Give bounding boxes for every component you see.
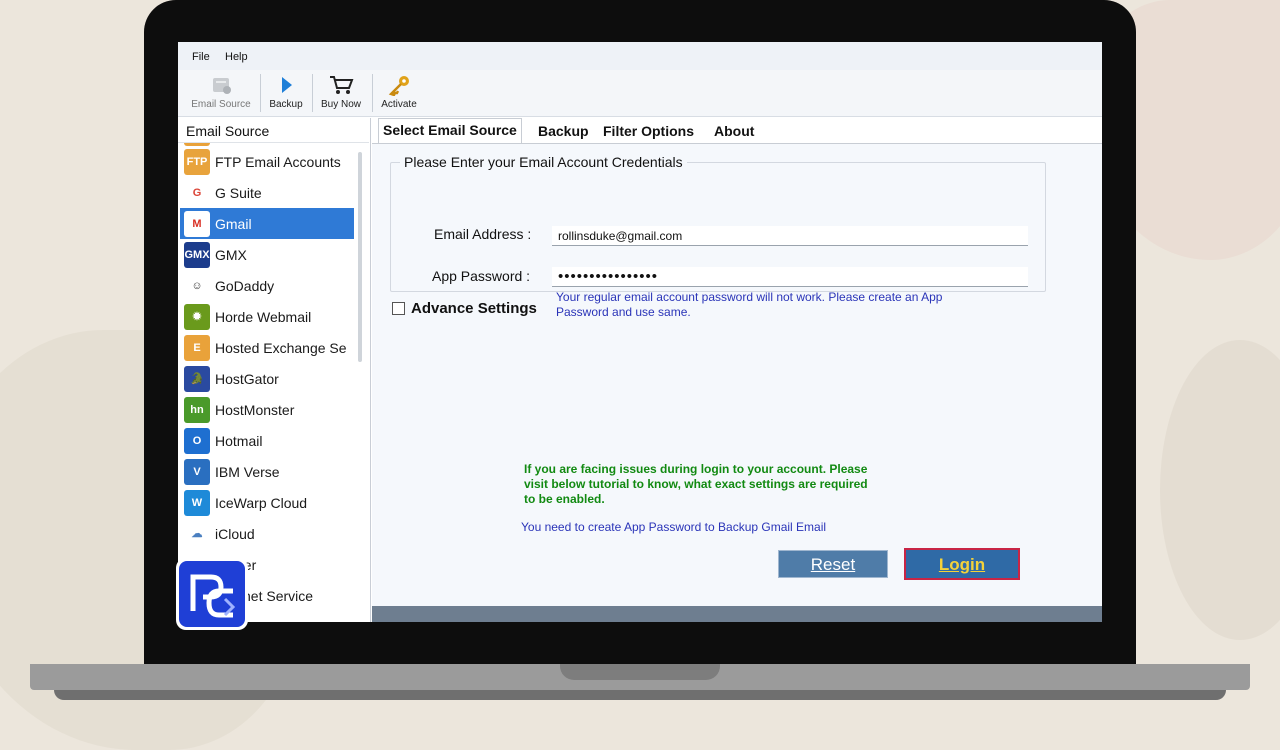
sidebar-item-label: GMX: [215, 246, 247, 263]
laptop-base-shadow: [54, 690, 1226, 700]
ftp-icon: FTP: [184, 148, 210, 175]
email-source-icon: [213, 78, 231, 94]
app-window: File Help Email Source Backup Buy Now Ac…: [178, 42, 1102, 622]
sidebar-item-label: HostMonster: [215, 401, 295, 418]
gmx-icon: GMX: [184, 241, 210, 268]
sidebar-item-horde-webmail[interactable]: ✹ Horde Webmail: [180, 301, 354, 332]
credentials-legend: Please Enter your Email Account Credenti…: [400, 154, 687, 170]
toolbar-separator: [260, 74, 261, 112]
icloud-icon: ☁: [184, 520, 210, 547]
sidebar-title: Email Source: [186, 123, 270, 139]
email-source-button[interactable]: Email Source: [186, 72, 256, 114]
horde-icon: ✹: [184, 303, 210, 330]
sidebar-item-label: G Suite: [215, 184, 262, 201]
email-source-sidebar: FFastweb MailFTPFTP Email AccountsGG Sui…: [178, 118, 371, 622]
tab-about[interactable]: About: [710, 120, 758, 142]
sidebar-item-hotmail[interactable]: O Hotmail: [180, 425, 354, 456]
laptop-notch: [560, 664, 720, 680]
backup-button[interactable]: Backup: [264, 72, 308, 114]
toolbar-separator: [372, 74, 373, 112]
sidebar-item-ftp-email-accounts[interactable]: FTP FTP Email Accounts: [180, 146, 354, 177]
buy-now-button[interactable]: Buy Now: [316, 72, 366, 114]
app-password-label: App Password :: [432, 268, 531, 284]
tab-select-email-source[interactable]: Select Email Source: [378, 118, 522, 144]
sidebar-item-label: iCloud: [215, 525, 255, 542]
sidebar-item-hosted-exchange-se[interactable]: E Hosted Exchange Se: [180, 332, 354, 363]
login-button[interactable]: Login: [904, 548, 1020, 580]
sidebar-item-label: IBM Verse: [215, 463, 280, 480]
menu-help[interactable]: Help: [225, 51, 248, 63]
advance-settings-checkbox[interactable]: [392, 302, 405, 315]
hosted-exchange-icon: E: [184, 334, 210, 361]
tab-filter-options[interactable]: Filter Options: [599, 120, 698, 142]
sidebar-header: Email Source: [178, 118, 369, 143]
tab-backup[interactable]: Backup: [534, 120, 593, 142]
sidebar-item-gmx[interactable]: GMX GMX: [180, 239, 354, 270]
tab-divider: [372, 143, 1102, 144]
advance-settings-label: Advance Settings: [411, 300, 537, 317]
key-icon: [388, 76, 409, 96]
email-source-list: FFastweb MailFTPFTP Email AccountsGG Sui…: [180, 132, 354, 611]
brand-logo-mark: [190, 574, 236, 618]
sidebar-item-godaddy[interactable]: ☺ GoDaddy: [180, 270, 354, 301]
password-note: Your regular email account password will…: [556, 290, 943, 319]
email-address-label: Email Address :: [434, 226, 532, 242]
sidebar-item-label: IceWarp Cloud: [215, 494, 308, 511]
play-icon: [282, 77, 292, 93]
icewarp-icon: W: [184, 489, 210, 516]
reset-button[interactable]: Reset: [778, 550, 888, 578]
brand-logo: [176, 558, 248, 630]
godaddy-icon: ☺: [184, 272, 210, 299]
sidebar-item-label: Horde Webmail: [215, 308, 312, 325]
sidebar-item-label: GoDaddy: [215, 277, 275, 294]
menu-bar: File Help: [178, 42, 1102, 70]
background-shape: [1160, 340, 1280, 640]
sidebar-item-label: Gmail: [215, 215, 252, 232]
email-address-input[interactable]: [552, 226, 1028, 246]
advance-settings-row[interactable]: Advance Settings: [392, 300, 537, 317]
cart-icon: [330, 76, 354, 94]
sidebar-item-gmail[interactable]: M Gmail: [180, 208, 354, 239]
menu-file[interactable]: File: [192, 51, 210, 63]
sidebar-item-label: FTP Email Accounts: [215, 153, 341, 170]
sidebar-item-icloud[interactable]: ☁ iCloud: [180, 518, 354, 549]
hotmail-icon: O: [184, 427, 210, 454]
app-password-input[interactable]: [552, 267, 1028, 287]
sidebar-item-icewarp-cloud[interactable]: W IceWarp Cloud: [180, 487, 354, 518]
brand-logo-background: [179, 561, 245, 627]
hostgator-icon: 🐊: [184, 365, 210, 392]
ibm-verse-icon: V: [184, 458, 210, 485]
toolbar-separator: [312, 74, 313, 112]
tab-panel: Please Enter your Email Account Credenti…: [372, 144, 1102, 612]
sidebar-item-label: HostGator: [215, 370, 279, 387]
sidebar-item-hostgator[interactable]: 🐊 HostGator: [180, 363, 354, 394]
sidebar-scrollbar[interactable]: [358, 152, 362, 362]
sidebar-item-hostmonster[interactable]: hn HostMonster: [180, 394, 354, 425]
app-password-tutorial-link[interactable]: You need to create App Password to Backu…: [521, 520, 826, 534]
gmail-icon: M: [184, 210, 210, 237]
status-bar: [372, 606, 1102, 622]
sidebar-item-label: Hosted Exchange Se: [215, 339, 347, 356]
activate-button[interactable]: Activate: [376, 72, 422, 114]
google-icon: G: [184, 179, 210, 206]
sidebar-item-g-suite[interactable]: G G Suite: [180, 177, 354, 208]
sidebar-item-ibm-verse[interactable]: V IBM Verse: [180, 456, 354, 487]
toolbar: Email Source Backup Buy Now Activate: [178, 70, 1102, 117]
sidebar-item-label: Hotmail: [215, 432, 263, 449]
hostmonster-icon: hn: [184, 396, 210, 423]
login-help-text: If you are facing issues during login to…: [524, 462, 868, 506]
